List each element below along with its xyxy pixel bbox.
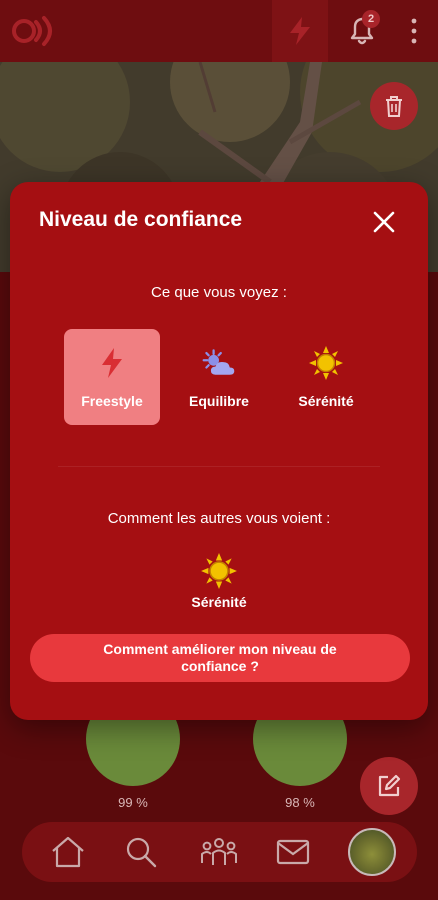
nav-messages[interactable] [273, 832, 313, 872]
confidence-level-dialog: Niveau de confiance Ce que vous voyez : … [10, 182, 428, 720]
bottom-navigation [22, 822, 417, 882]
home-icon [52, 836, 84, 868]
community-icon [201, 838, 237, 865]
sun-icon [201, 553, 237, 589]
section-divider [58, 466, 380, 467]
score-label: 98 % [285, 795, 315, 810]
improve-confidence-button[interactable]: Comment améliorer mon niveau de confianc… [30, 634, 410, 682]
brand-logo-icon[interactable] [10, 14, 60, 48]
option-label: Freestyle [81, 393, 143, 409]
nav-search[interactable] [121, 832, 161, 872]
how-others-see-label: Comment les autres vous voient : [107, 510, 331, 527]
option-label: Equilibre [189, 393, 249, 409]
score-label: 99 % [118, 795, 148, 810]
edit-icon [378, 774, 401, 797]
sun-icon [309, 346, 343, 380]
confidence-button[interactable] [272, 0, 328, 62]
edit-button[interactable] [360, 757, 418, 815]
trash-icon [386, 96, 402, 117]
lightning-icon [290, 17, 310, 45]
kebab-menu-icon[interactable] [404, 14, 424, 48]
option-freestyle[interactable]: Freestyle [64, 329, 160, 425]
notification-badge: 2 [362, 10, 380, 28]
close-icon[interactable] [370, 208, 398, 236]
sun-cloud-icon [202, 349, 235, 375]
what-you-see-label: Ce que vous voyez : [151, 284, 287, 301]
option-label: Sérénité [298, 393, 354, 409]
option-equilibre[interactable]: Equilibre [171, 329, 267, 425]
others-see-value: Sérénité [191, 594, 247, 610]
dialog-title: Niveau de confiance [39, 208, 243, 231]
nav-community[interactable] [199, 832, 239, 872]
option-serenite[interactable]: Sérénité [278, 329, 374, 425]
search-icon [126, 837, 157, 868]
delete-button[interactable] [370, 82, 418, 130]
top-app-bar: 2 [0, 0, 438, 62]
mail-icon [276, 839, 310, 865]
lightning-icon [102, 348, 122, 378]
nav-home[interactable] [48, 832, 88, 872]
avatar[interactable] [348, 828, 396, 876]
